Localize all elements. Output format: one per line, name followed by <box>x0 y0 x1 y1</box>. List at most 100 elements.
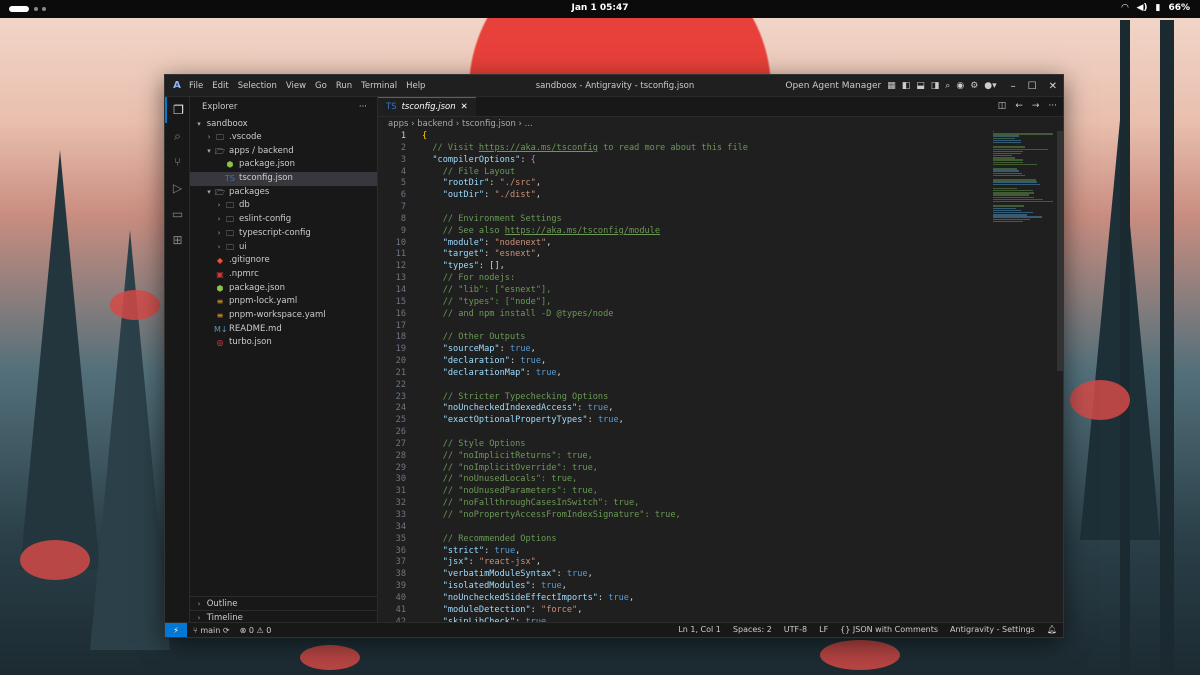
minimap-line <box>993 174 1026 177</box>
code-token: : <box>509 356 521 367</box>
tree-file[interactable]: ⬢ package.json <box>190 282 377 296</box>
code-token: , <box>535 190 542 201</box>
workspace-root[interactable]: ▾ sandboox <box>190 117 377 131</box>
code-line: 7 <box>378 202 978 214</box>
search-icon[interactable]: ⌕ <box>945 81 950 91</box>
wallpaper-trunk <box>1120 20 1130 675</box>
tree-file[interactable]: ◎ turbo.json <box>190 336 377 350</box>
breadcrumb: apps › backend › tsconfig.json › ... <box>378 117 1063 131</box>
tab-tsconfig[interactable]: TS tsconfig.json ✕ <box>378 97 476 116</box>
maximize-icon[interactable]: ☐ <box>1028 81 1037 92</box>
go-back-icon[interactable]: ← <box>1015 101 1023 111</box>
wifi-icon: ◠ <box>1121 3 1129 13</box>
end-of-line[interactable]: LF <box>819 625 828 634</box>
breadcrumb-item[interactable]: apps <box>388 119 408 129</box>
branch-indicator[interactable]: ⑂ main ⟳ <box>193 626 230 635</box>
tree-folder[interactable]: › 🗀︎ db <box>190 199 377 213</box>
menu-bar: File Edit Selection View Go Run Terminal Help <box>189 81 425 91</box>
language-mode[interactable]: {} JSON with Comments <box>840 625 938 634</box>
tree-file[interactable]: ◆ .gitignore <box>190 254 377 268</box>
breadcrumb-item[interactable]: backend <box>417 119 453 129</box>
menu-selection[interactable]: Selection <box>238 81 277 91</box>
tree-file[interactable]: ≡ pnpm-lock.yaml <box>190 295 377 309</box>
go-forward-icon[interactable]: → <box>1032 101 1040 111</box>
explorer-icon[interactable]: ❐ <box>165 97 190 123</box>
tree-file[interactable]: TS tsconfig.json <box>190 172 377 186</box>
clock[interactable]: Jan 1 05:47 <box>0 3 1200 13</box>
activity-bar: ❐ ⌕ ⑂ ▷ ▭ ⊞ <box>165 97 190 624</box>
menu-edit[interactable]: Edit <box>212 81 228 91</box>
tree-file[interactable]: ▣ .npmrc <box>190 268 377 282</box>
search-icon[interactable]: ⌕ <box>165 123 190 149</box>
code-text: "moduleDetection": "force", <box>406 605 583 617</box>
toggle-sidebar-icon[interactable]: ◧ <box>902 81 911 91</box>
code-line: 22 <box>378 380 978 392</box>
tree-folder[interactable]: › 🗀︎ eslint-config <box>190 213 377 227</box>
tree-folder[interactable]: ▾ 🗁︎ packages <box>190 186 377 200</box>
settings-status[interactable]: Antigravity - Settings <box>950 625 1035 634</box>
open-agent-manager-button[interactable]: Open Agent Manager <box>785 81 881 91</box>
layout-icon[interactable]: ▦ <box>887 81 896 91</box>
menu-help[interactable]: Help <box>406 81 425 91</box>
browser-icon[interactable]: ◉ <box>956 81 964 91</box>
code-line: 21 "declarationMap": true, <box>378 368 978 380</box>
chevron-right-icon: › <box>217 215 221 224</box>
toggle-secondary-sidebar-icon[interactable]: ◨ <box>931 81 940 91</box>
code-line: 16 // and npm install -D @types/node <box>378 309 978 321</box>
menu-file[interactable]: File <box>189 81 203 91</box>
account-avatar-icon[interactable]: ●▾ <box>984 81 996 91</box>
line-number: 11 <box>395 249 406 260</box>
more-actions-icon[interactable]: ··· <box>1048 101 1057 111</box>
tree-item-label: package.json <box>229 282 285 293</box>
tree-file[interactable]: ≡ pnpm-workspace.yaml <box>190 309 377 323</box>
remote-explorer-icon[interactable]: ▭ <box>165 201 190 227</box>
menu-terminal[interactable]: Terminal <box>361 81 397 91</box>
menu-go[interactable]: Go <box>315 81 327 91</box>
status-bar: ⚡ ⑂ main ⟳ ⊗ 0 ⚠ 0 Ln 1, Col 1 Spaces: 2… <box>165 622 1063 637</box>
cursor-position[interactable]: Ln 1, Col 1 <box>678 625 721 634</box>
code-text: // Recommended Options <box>406 534 557 546</box>
close-icon[interactable]: ✕ <box>1049 81 1057 92</box>
editor-area: TS tsconfig.json ✕ ◫ ← → ··· apps › back… <box>378 97 1063 624</box>
code-line: 4 // File Layout <box>378 167 978 179</box>
settings-gear-icon[interactable]: ⚙ <box>970 81 978 91</box>
remote-indicator-icon[interactable]: ⚡ <box>165 622 187 637</box>
branch-name: main <box>200 625 221 635</box>
tree-folder[interactable]: ▾ 🗁︎ apps / backend <box>190 145 377 159</box>
notifications-bell-icon[interactable]: 🔔︎ <box>1047 625 1057 634</box>
extensions-icon[interactable]: ⊞ <box>165 227 190 253</box>
minimize-icon[interactable]: – <box>1011 81 1016 92</box>
breadcrumb-item[interactable]: tsconfig.json <box>462 119 516 129</box>
code-token[interactable]: https://aka.ms/tsconfig <box>479 143 598 153</box>
code-editor[interactable]: 1{2 // Visit https://aka.ms/tsconfig to … <box>378 131 978 624</box>
indentation[interactable]: Spaces: 2 <box>733 625 772 634</box>
markdown-icon: M↓ <box>214 324 228 334</box>
run-debug-icon[interactable]: ▷ <box>165 175 190 201</box>
encoding[interactable]: UTF-8 <box>784 625 807 634</box>
tree-file[interactable]: ⬢ package.json <box>190 158 377 172</box>
tree-item-label: turbo.json <box>229 337 272 348</box>
minimap[interactable] <box>993 131 1057 223</box>
code-token: : <box>525 367 536 378</box>
tree-folder[interactable]: › 🗀︎ ui <box>190 241 377 255</box>
tree-folder[interactable]: › 🗀︎ .vscode <box>190 131 377 145</box>
code-token[interactable]: https://aka.ms/tsconfig/module <box>505 226 660 236</box>
line-number: 8 <box>400 213 406 224</box>
antigravity-logo-icon: A <box>173 80 181 91</box>
more-actions-icon[interactable]: ··· <box>359 102 367 112</box>
source-control-icon[interactable]: ⑂ <box>165 149 190 175</box>
system-tray[interactable]: ◠ ◀) ▮ 66% <box>1122 3 1190 13</box>
tree-file[interactable]: M↓ README.md <box>190 323 377 337</box>
menu-view[interactable]: View <box>286 81 306 91</box>
split-editor-icon[interactable]: ◫ <box>998 101 1007 111</box>
menu-run[interactable]: Run <box>336 81 352 91</box>
close-tab-icon[interactable]: ✕ <box>461 102 468 112</box>
editor-scrollbar[interactable] <box>1057 131 1063 371</box>
outline-section[interactable]: › Outline <box>190 596 378 610</box>
toggle-panel-icon[interactable]: ⬓ <box>916 81 925 91</box>
problems-indicator[interactable]: ⊗ 0 ⚠ 0 <box>240 626 272 635</box>
outline-section-label: Outline <box>206 599 238 609</box>
tree-folder[interactable]: › 🗀︎ typescript-config <box>190 227 377 241</box>
breadcrumb-item[interactable]: ... <box>525 119 533 129</box>
